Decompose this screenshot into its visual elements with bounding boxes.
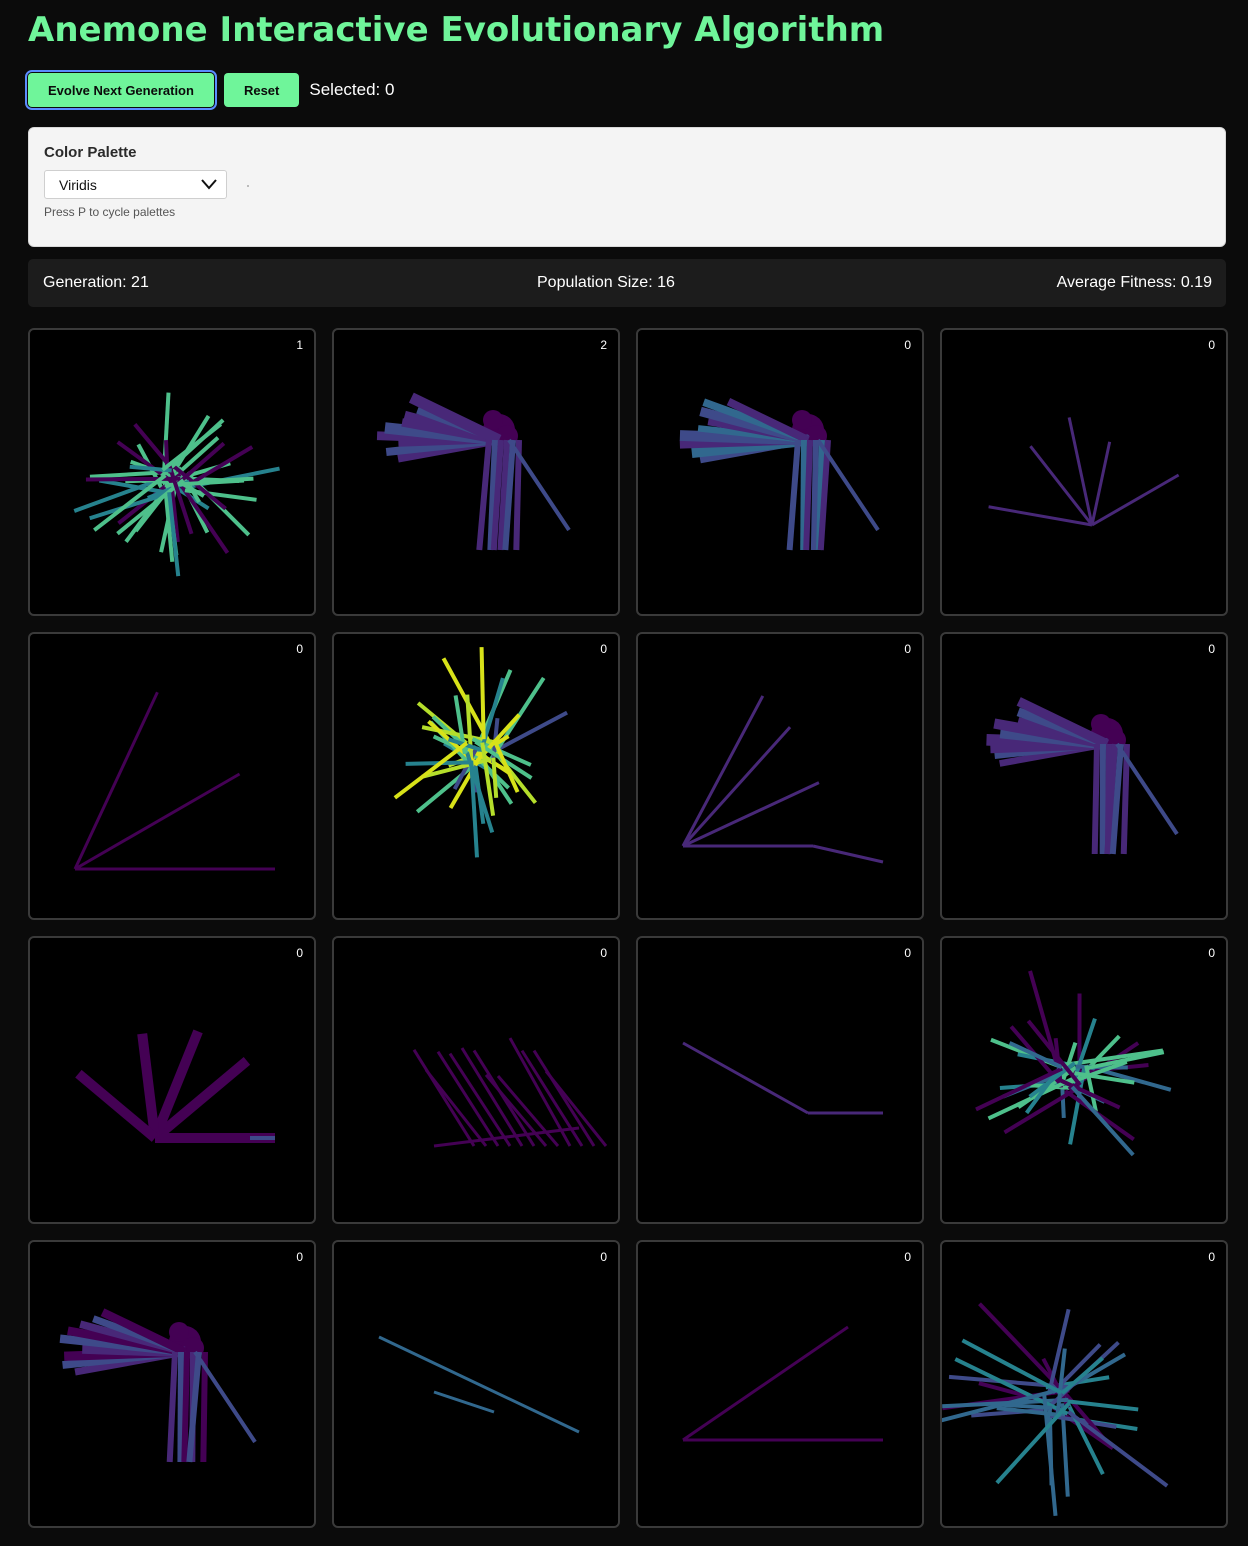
anemone-card[interactable]: 0 — [636, 328, 924, 616]
tentacle — [995, 1401, 1071, 1485]
anemone-canvas — [73, 392, 280, 577]
anemone-canvas — [376, 392, 571, 551]
anemone-body — [1091, 714, 1111, 734]
tentacle — [786, 439, 801, 551]
tentacle — [177, 1351, 184, 1463]
fitness-badge: 0 — [296, 642, 303, 656]
anemone-card[interactable]: 0 — [28, 1240, 316, 1528]
population-size-stat: Population Size: 16 — [537, 274, 675, 291]
anemone-canvas — [682, 1325, 883, 1442]
tentacle — [73, 691, 159, 870]
tentacle — [1091, 743, 1100, 855]
anemone-canvas — [975, 970, 1172, 1157]
fitness-badge: 0 — [1208, 338, 1215, 352]
average-fitness-stat: Average Fitness: 0.19 — [1056, 274, 1212, 291]
tentacle — [491, 757, 499, 798]
tentacle — [803, 439, 813, 551]
color-palette-value: Viridis — [59, 176, 97, 193]
color-palette-select[interactable]: Viridis — [44, 170, 227, 199]
anemone-card[interactable]: 1 — [28, 328, 316, 616]
anemone-card[interactable]: 0 — [332, 632, 620, 920]
anemone-card[interactable]: 0 — [28, 632, 316, 920]
anemone-canvas — [75, 1029, 275, 1143]
tentacle — [74, 772, 241, 871]
evolve-next-generation-button[interactable]: Evolve Next Generation — [25, 70, 217, 110]
anemone-canvas — [679, 398, 880, 551]
toolbar: Evolve Next Generation Reset Selected: 0 — [25, 70, 395, 110]
reset-button[interactable]: Reset — [223, 73, 300, 107]
tentacle — [682, 1325, 849, 1442]
tentacle — [476, 439, 492, 551]
anemone-canvas — [73, 691, 275, 871]
tentacle — [682, 781, 820, 848]
tentacle — [448, 1052, 512, 1147]
generation-stat: Generation: 21 — [43, 274, 149, 291]
fitness-badge: 0 — [1208, 946, 1215, 960]
anemone-card[interactable]: 2 — [332, 328, 620, 616]
tentacle — [479, 647, 486, 740]
anemone-card[interactable]: 0 — [940, 328, 1228, 616]
palette-preview — [247, 185, 249, 187]
fitness-badge: 0 — [296, 1250, 303, 1264]
fitness-badge: 0 — [296, 946, 303, 960]
tentacle — [433, 1390, 495, 1414]
anemone-canvas — [412, 1037, 608, 1148]
anemone-card[interactable]: 0 — [332, 1240, 620, 1528]
tentacle — [812, 844, 884, 864]
anemone-card[interactable]: 0 — [940, 632, 1228, 920]
anemone-card[interactable]: 0 — [940, 936, 1228, 1224]
anemone-canvas — [942, 1302, 1169, 1516]
color-palette-panel: Color Palette Viridis Press P to cycle p… — [28, 127, 1226, 247]
fitness-badge: 0 — [904, 1250, 911, 1264]
tentacle — [460, 1047, 524, 1147]
tentacle — [378, 1335, 580, 1434]
fitness-badge: 0 — [904, 338, 911, 352]
anemone-canvas — [378, 1335, 580, 1434]
anemone-body — [169, 1322, 189, 1342]
anemone-canvas — [681, 695, 884, 864]
fitness-badge: 0 — [1208, 642, 1215, 656]
anemone-canvas — [986, 697, 1179, 855]
fitness-badge: 0 — [600, 1250, 607, 1264]
anemone-body — [483, 410, 503, 430]
anemone-card[interactable]: 0 — [28, 936, 316, 1224]
palette-hint: Press P to cycle palettes — [44, 205, 176, 219]
chevron-down-icon — [201, 179, 217, 190]
anemone-card[interactable]: 0 — [636, 936, 924, 1224]
tentacle — [988, 505, 1093, 527]
fitness-badge: 2 — [600, 338, 607, 352]
tentacle — [1066, 1410, 1169, 1488]
anemone-card[interactable]: 0 — [636, 632, 924, 920]
color-palette-label: Color Palette — [44, 144, 137, 161]
selected-count: Selected: 0 — [309, 80, 395, 99]
tentacle — [85, 476, 181, 482]
tentacle — [181, 1351, 190, 1463]
tentacle — [1090, 441, 1112, 526]
anemone-card[interactable]: 0 — [332, 936, 620, 1224]
anemone-body — [792, 410, 812, 430]
anemone-canvas — [682, 1041, 883, 1115]
fitness-badge: 0 — [904, 946, 911, 960]
anemone-canvas — [988, 417, 1180, 527]
anemone-canvas — [59, 1308, 257, 1463]
population-grid: 1 2 0 0 0 0 0 0 0 0 0 0 0 0 0 0 — [28, 328, 1228, 1528]
fitness-badge: 0 — [1208, 1250, 1215, 1264]
anemone-card[interactable]: 0 — [940, 1240, 1228, 1528]
page-title: Anemone Interactive Evolutionary Algorit… — [28, 10, 885, 50]
stats-bar: Generation: 21 Population Size: 16 Avera… — [28, 259, 1226, 307]
fitness-badge: 0 — [600, 642, 607, 656]
anemone-card[interactable]: 0 — [636, 1240, 924, 1528]
tentacle — [810, 439, 819, 551]
anemone-canvas — [393, 647, 568, 858]
fitness-badge: 0 — [904, 642, 911, 656]
fitness-badge: 0 — [600, 946, 607, 960]
tentacle — [1070, 1085, 1135, 1157]
fitness-badge: 1 — [296, 338, 303, 352]
tentacle — [682, 1041, 809, 1115]
tentacle — [1091, 473, 1180, 527]
tentacle — [166, 1351, 178, 1463]
tentacle — [412, 1049, 476, 1147]
